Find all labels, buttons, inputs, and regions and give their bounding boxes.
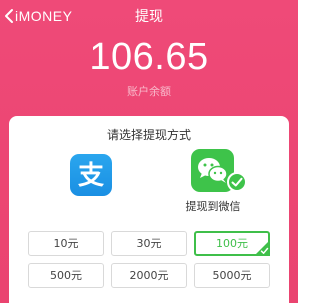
withdraw-card: 请选择提现方式 支 提现到微信 10元 30元 100元 500元 2000元 … [9,116,289,303]
wechat-option-label: 提现到微信 [185,200,241,213]
withdraw-method-title: 请选择提现方式 [106,128,191,142]
amount-chip-10[interactable]: 10元 [28,231,104,256]
nav-bar: iMONEY 提现 [0,0,298,30]
page-title: 提现 [135,9,163,25]
amount-chip-500[interactable]: 500元 [28,263,104,288]
amount-chip-2000[interactable]: 2000元 [111,263,187,288]
balance-label: 账户余额 [127,85,171,98]
amount-chip-100[interactable]: 100元 [194,231,270,256]
checkmark-corner-icon [254,240,270,256]
amount-chip-5000[interactable]: 5000元 [194,263,270,288]
balance-amount: 106.65 [89,36,209,78]
check-circle-icon [227,172,247,192]
alipay-option[interactable]: 支 [70,154,112,196]
amount-chip-label: 100元 [216,237,248,250]
svg-text:支: 支 [78,161,104,191]
amount-chip-30[interactable]: 30元 [111,231,187,256]
wechat-option[interactable] [191,149,247,192]
alipay-icon: 支 [70,154,112,196]
